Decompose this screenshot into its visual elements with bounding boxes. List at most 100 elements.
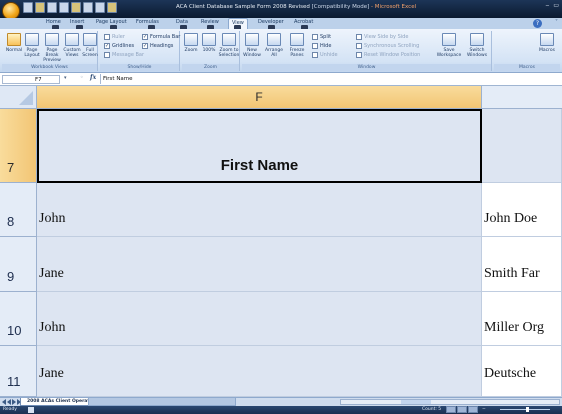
ribbon-minimize-icon[interactable]: ˅ xyxy=(555,19,558,26)
sheet-tab-strip[interactable] xyxy=(88,398,236,406)
row-header-11[interactable]: 11 xyxy=(0,346,37,397)
status-count: Count: 5 xyxy=(422,407,442,412)
normal-view-icon xyxy=(7,33,21,46)
cell-f10[interactable]: John xyxy=(37,292,482,346)
cell-f9[interactable]: Jane xyxy=(37,237,482,292)
save-workspace-button[interactable]: Save Workspace xyxy=(436,33,462,58)
page-layout-icon xyxy=(25,33,39,46)
insert-function-icon[interactable]: fx xyxy=(90,74,96,81)
group-label-show-hide: Show/Hide xyxy=(100,64,179,71)
page-layout-label: Page Layout xyxy=(24,48,40,58)
select-all-corner[interactable] xyxy=(0,86,37,109)
column-header-g[interactable] xyxy=(482,86,562,109)
name-box-dropdown-icon[interactable]: ▾ xyxy=(64,75,67,81)
unhide-label: Unhide xyxy=(320,52,338,58)
full-screen-label: Full Screen xyxy=(82,48,98,58)
switch-windows-button[interactable]: Switch Windows xyxy=(464,33,490,58)
page-layout-view-icon[interactable] xyxy=(457,406,467,413)
arrange-all-button[interactable]: Arrange All xyxy=(264,33,284,58)
headings-label: Headings xyxy=(150,43,174,49)
custom-views-icon xyxy=(65,33,79,46)
unhide-icon xyxy=(312,52,318,58)
chart-icon[interactable] xyxy=(95,2,105,13)
hide-button[interactable]: Hide xyxy=(312,43,331,49)
expand-icon[interactable]: ◦ xyxy=(80,74,84,81)
ruler-label: Ruler xyxy=(112,34,125,40)
first-sheet-icon[interactable] xyxy=(2,399,6,405)
group-macros: Macros Macros xyxy=(494,31,560,71)
cell-f7[interactable]: First Name xyxy=(37,109,482,183)
spelling-icon[interactable] xyxy=(71,2,81,13)
save-icon[interactable] xyxy=(23,2,33,13)
ribbon: Normal Page Layout Page Break Preview Cu… xyxy=(0,29,562,73)
cell-g9[interactable]: Smith Far xyxy=(482,237,562,292)
row-header-7[interactable]: 7 xyxy=(0,109,37,183)
cell-f11[interactable]: Jane xyxy=(37,346,482,397)
prev-sheet-icon[interactable] xyxy=(7,399,11,405)
zoom-out-icon[interactable]: − xyxy=(482,407,486,412)
formula-input[interactable]: First Name xyxy=(100,74,560,84)
tab-formulas[interactable]: Formulas xyxy=(136,19,159,25)
zoom-slider-thumb[interactable] xyxy=(526,407,529,412)
minimize-icon[interactable]: ‒ xyxy=(546,2,550,9)
cell-g11[interactable]: Deutsche xyxy=(482,346,562,397)
column-header-f[interactable]: F xyxy=(37,86,482,109)
gridlines-checkbox[interactable]: ✓ Gridlines xyxy=(104,43,134,49)
next-sheet-icon[interactable] xyxy=(12,399,16,405)
scroll-thumb[interactable] xyxy=(401,400,431,404)
horizontal-scrollbar[interactable] xyxy=(340,399,560,405)
print-icon[interactable] xyxy=(59,2,69,13)
new-window-label: New Window xyxy=(243,48,261,58)
record-macro-icon[interactable] xyxy=(28,407,34,413)
reset-window-position-button[interactable]: Reset Window Position xyxy=(356,52,420,58)
ruler-checkbox[interactable]: Ruler xyxy=(104,34,125,40)
app-name: Microsoft Excel xyxy=(374,4,417,10)
sheet-tab-bar: 2008 ACAs Client Operation List xyxy=(0,397,562,406)
title-bar: ACA Client Database Sample Form 2008 Rev… xyxy=(0,0,562,20)
split-label: Split xyxy=(320,34,332,40)
zoom-button[interactable]: Zoom xyxy=(182,33,200,53)
formula-bar-checkbox[interactable]: ✓ Formula Bar xyxy=(142,34,180,40)
headings-checkbox[interactable]: ✓ Headings xyxy=(142,43,173,49)
page-break-label: Page Break Preview xyxy=(43,48,61,63)
view-side-by-side-button[interactable]: View Side by Side xyxy=(356,34,408,40)
sync-scrolling-button[interactable]: Synchronous Scrolling xyxy=(356,43,419,49)
view-shortcuts xyxy=(446,406,478,413)
cell-g10[interactable]: Miller Org xyxy=(482,292,562,346)
unhide-button[interactable]: Unhide xyxy=(312,52,338,58)
arrange-all-label: Arrange All xyxy=(265,48,283,58)
new-window-button[interactable]: New Window xyxy=(242,33,262,58)
status-ready: Ready xyxy=(3,407,17,412)
side-by-side-icon xyxy=(356,34,362,40)
message-bar-checkbox[interactable]: Message Bar xyxy=(104,52,144,58)
cell-g8[interactable]: John Doe xyxy=(482,183,562,237)
row-header-9[interactable]: 9 xyxy=(0,237,37,292)
cell-g7[interactable] xyxy=(482,109,562,183)
window-controls: ‒ ▭ xyxy=(546,2,560,9)
split-button[interactable]: Split xyxy=(312,34,331,40)
normal-view-icon[interactable] xyxy=(446,406,456,413)
zoom-to-selection-button[interactable]: Zoom to Selection xyxy=(218,33,240,58)
group-show-hide: Ruler ✓ Gridlines Message Bar ✓ Formula Ba… xyxy=(100,31,180,71)
restore-icon[interactable]: ▭ xyxy=(553,2,559,9)
help-icon[interactable]: ? xyxy=(533,19,542,28)
zoom-100-label: 100% xyxy=(202,48,216,53)
zoom-slider[interactable] xyxy=(500,407,550,412)
cell-f8[interactable]: John xyxy=(37,183,482,237)
save-workspace-icon xyxy=(442,33,456,46)
row-header-8[interactable]: 8 xyxy=(0,183,37,237)
reset-position-icon xyxy=(356,52,362,58)
macros-button[interactable]: Macros xyxy=(536,33,558,53)
zoom-100-button[interactable]: 100% xyxy=(200,33,218,53)
customize-qat-icon[interactable] xyxy=(107,2,117,13)
full-screen-button[interactable]: Full Screen xyxy=(78,33,102,58)
name-box[interactable]: F7 xyxy=(2,75,60,84)
page-break-view-icon[interactable] xyxy=(468,406,478,413)
sort-icon[interactable] xyxy=(83,2,93,13)
checkbox-icon xyxy=(104,52,110,58)
row-header-10[interactable]: 10 xyxy=(0,292,37,346)
checkmark-icon: ✓ xyxy=(104,43,110,49)
undo-icon[interactable] xyxy=(35,2,45,13)
redo-icon[interactable] xyxy=(47,2,57,13)
freeze-panes-button[interactable]: Freeze Panes xyxy=(286,33,308,58)
